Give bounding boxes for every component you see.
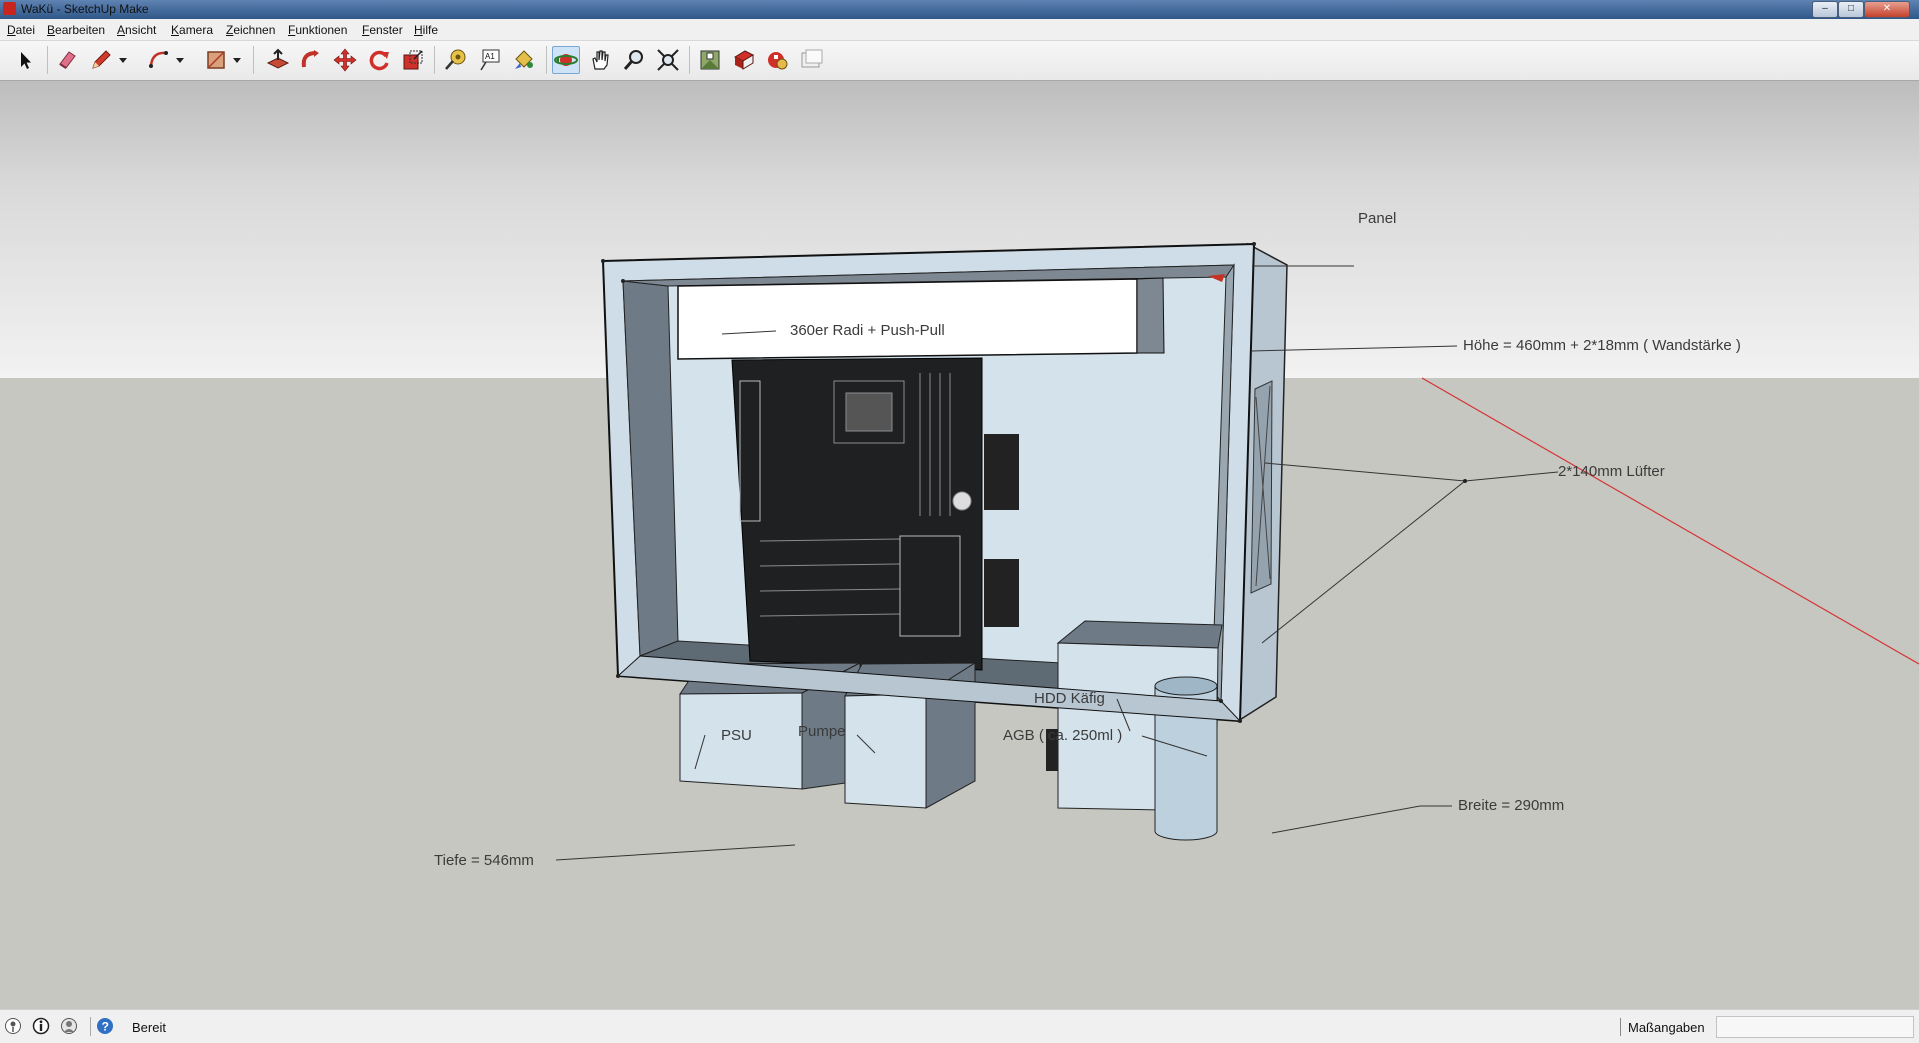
menu-bar: Datei Bearbeiten Ansicht Kamera Zeichnen… [0,19,1919,41]
radiator-side [1136,277,1165,354]
menu-fenster[interactable]: Fenster [362,23,403,37]
dropdown-icon[interactable] [174,47,186,73]
status-separator [90,1017,91,1036]
status-separator [1620,1018,1621,1036]
user-account-icon[interactable] [60,1017,78,1035]
warehouse-icon[interactable] [697,47,723,73]
label-hdd-cage: HDD Käfig [1034,690,1105,707]
label-height: Höhe = 460mm + 2*18mm ( Wandstärke ) [1463,337,1741,354]
label-pump: Pumpe [798,723,846,740]
pencil-icon[interactable] [88,47,114,73]
select-icon[interactable] [12,47,38,73]
label-depth: Tiefe = 546mm [434,852,534,869]
cable-cutout-upper [984,434,1019,510]
minimize-button[interactable]: – [1812,1,1838,18]
menu-hilfe[interactable]: Hilfe [414,23,438,37]
menu-zeichnen[interactable]: Zeichnen [226,23,275,37]
cable-cutout-lower [984,559,1019,627]
window-title: WaKü - SketchUp Make [21,2,149,16]
menu-kamera[interactable]: Kamera [171,23,213,37]
measurements-label: Maßangaben [1628,1020,1705,1035]
orbit-icon[interactable] [552,46,580,74]
paint-bucket-icon[interactable] [511,47,537,73]
rotate-icon[interactable] [366,47,392,73]
modeling-viewport[interactable]: Panel 360er Radi + Push-Pull Höhe = 460m… [0,81,1919,1009]
rectangle-icon[interactable] [203,47,229,73]
dropdown-icon[interactable] [231,47,243,73]
menu-datei[interactable]: Datei [7,23,35,37]
menu-ansicht[interactable]: Ansicht [117,23,156,37]
toolbar-separator [47,46,48,74]
label-radiator: 360er Radi + Push-Pull [790,322,945,339]
reservoir-top [1154,676,1218,696]
status-message: Bereit [132,1020,166,1035]
dropdown-icon[interactable] [117,47,129,73]
extension-warehouse-icon[interactable] [765,47,791,73]
pan-icon[interactable] [587,47,613,73]
eraser-icon[interactable] [54,47,80,73]
pump-front [844,693,927,809]
red-axis-line [1421,377,1919,665]
help-icon[interactable]: ? [96,1017,114,1035]
svg-text:?: ? [102,1020,109,1034]
layout-icon[interactable] [799,47,825,73]
text-icon[interactable]: A1 [477,47,503,73]
toolbar: A1 [0,41,1919,81]
follow-me-icon[interactable] [298,47,324,73]
measurements-input[interactable] [1716,1016,1914,1038]
toolbar-separator [434,46,435,74]
menu-bearbeiten[interactable]: Bearbeiten [47,23,105,37]
tape-measure-icon[interactable] [443,47,469,73]
toolbar-separator [689,46,690,74]
sketchup-app-icon[interactable] [3,2,16,15]
title-bar: WaKü - SketchUp Make – □ ✕ [0,0,1919,19]
toolbar-separator [546,46,547,74]
credits-icon[interactable] [32,1017,50,1035]
zoom-icon[interactable] [621,47,647,73]
svg-text:A1: A1 [485,52,495,61]
scale-icon[interactable] [400,47,426,73]
label-fans: 2*140mm Lüfter [1558,463,1665,480]
label-width: Breite = 290mm [1458,797,1565,814]
share-model-icon[interactable] [731,47,757,73]
status-bar: ? Bereit Maßangaben [0,1009,1919,1043]
menu-funktionen[interactable]: Funktionen [288,23,347,37]
zoom-extents-icon[interactable] [655,47,681,73]
maximize-button[interactable]: □ [1838,1,1864,18]
toolbar-separator [253,46,254,74]
arc-icon[interactable] [146,47,172,73]
close-button[interactable]: ✕ [1864,1,1910,18]
label-panel: Panel [1358,210,1397,227]
label-reservoir: AGB ( ca. 250ml ) [1003,727,1123,744]
geo-location-icon[interactable] [4,1017,22,1035]
radiator-block [677,278,1138,360]
move-icon[interactable] [332,47,358,73]
case-model[interactable] [0,81,1919,1009]
push-pull-icon[interactable] [265,47,291,73]
label-psu: PSU [721,727,752,744]
